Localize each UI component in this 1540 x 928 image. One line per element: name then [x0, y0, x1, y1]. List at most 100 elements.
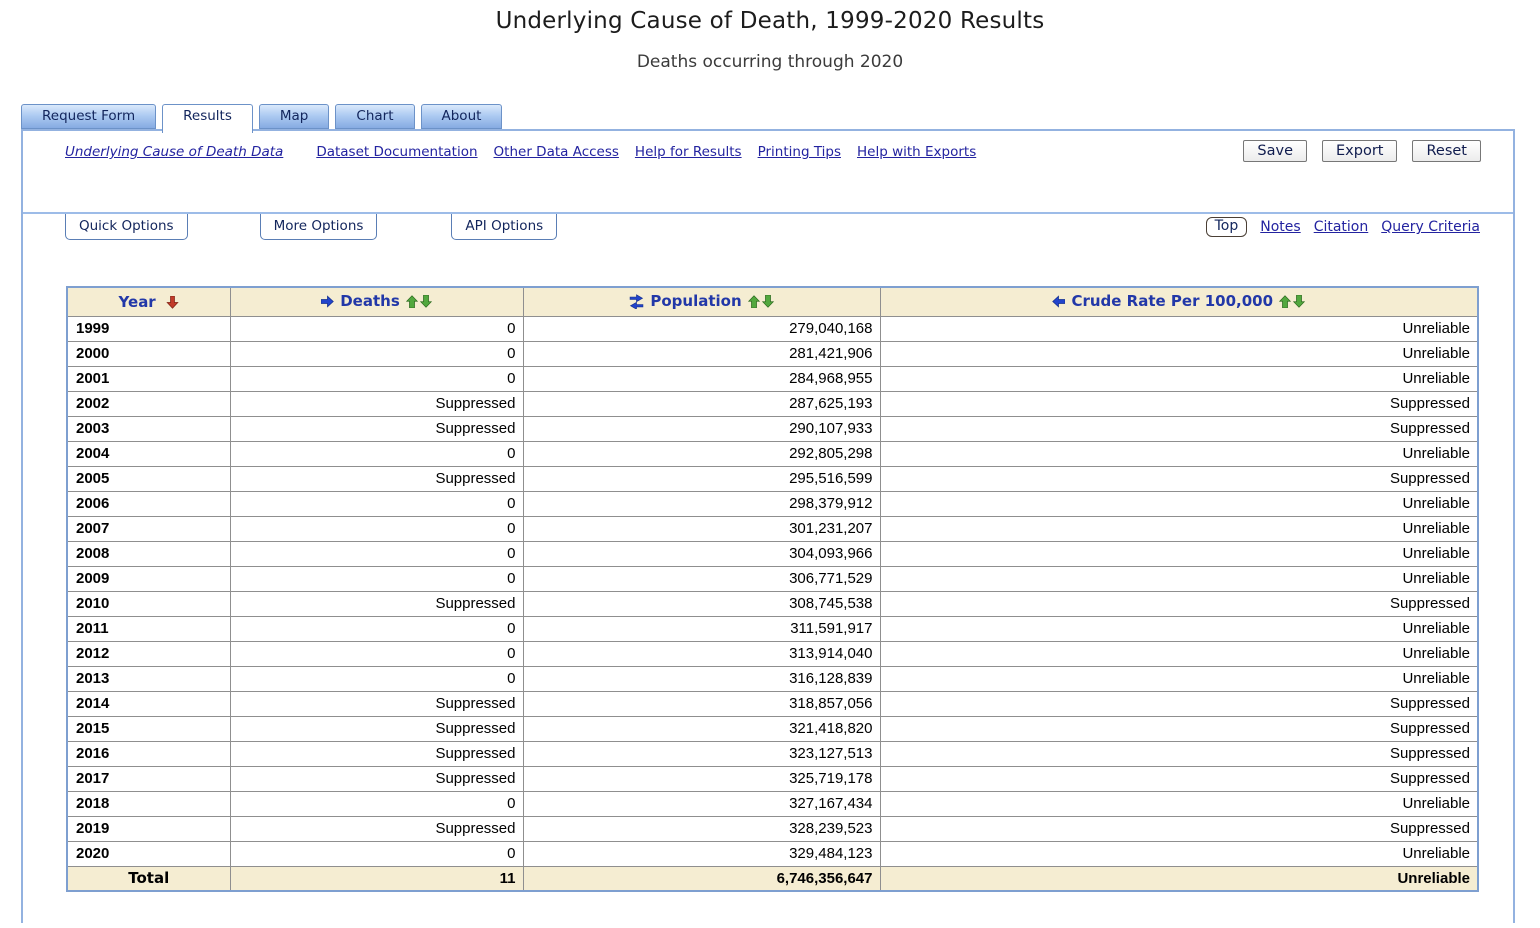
tab-request-form[interactable]: Request Form: [21, 104, 157, 129]
printing-tips-link[interactable]: Printing Tips: [758, 144, 841, 160]
table-row: 2003 Suppressed 290,107,933 Suppressed: [66, 415, 1479, 442]
help-for-results-link[interactable]: Help for Results: [635, 144, 742, 160]
table-row: 1999 0 279,040,168 Unreliable: [66, 315, 1479, 342]
crude-rate-cell: Unreliable: [879, 490, 1479, 517]
total-crude-rate: Unreliable: [879, 865, 1479, 892]
sort-desc-green-icon[interactable]: [419, 294, 432, 308]
year-cell: 2003: [66, 415, 231, 442]
deaths-cell: Suppressed: [229, 690, 524, 717]
population-cell: 301,231,207: [522, 515, 881, 542]
population-cell: 281,421,906: [522, 340, 881, 367]
deaths-cell: Suppressed: [229, 590, 524, 617]
year-cell: 2011: [66, 615, 231, 642]
year-cell: 2002: [66, 390, 231, 417]
deaths-cell: 0: [229, 440, 524, 467]
column-header-year[interactable]: Year: [66, 286, 231, 317]
dataset-link[interactable]: Underlying Cause of Death Data: [65, 144, 283, 160]
sort-asc-green-icon[interactable]: [405, 294, 418, 309]
column-header-population[interactable]: Population: [522, 286, 881, 317]
year-cell: 2012: [66, 640, 231, 667]
header-row: Year Deaths Population Crude Rate Per 10…: [66, 286, 1479, 317]
quick-options-tab[interactable]: Quick Options: [65, 214, 188, 240]
table-row: 2011 0 311,591,917 Unreliable: [66, 615, 1479, 642]
more-options-tab[interactable]: More Options: [259, 214, 378, 240]
population-cell: 311,591,917: [522, 615, 881, 642]
year-cell: 2000: [66, 340, 231, 367]
page-title: Underlying Cause of Death, 1999-2020 Res…: [495, 8, 1045, 34]
total-deaths: 11: [229, 865, 524, 892]
deaths-cell: 0: [229, 365, 524, 392]
table-row: 2018 0 327,167,434 Unreliable: [66, 790, 1479, 817]
sort-asc-green-icon[interactable]: [747, 294, 760, 309]
deaths-cell: Suppressed: [229, 765, 524, 792]
save-button[interactable]: Save: [1243, 140, 1308, 162]
export-button[interactable]: Export: [1322, 140, 1398, 162]
year-cell: 1999: [66, 315, 231, 342]
deaths-cell: 0: [229, 490, 524, 517]
population-cell: 323,127,513: [522, 740, 881, 767]
api-options-tab[interactable]: API Options: [451, 214, 558, 240]
help-with-exports-link[interactable]: Help with Exports: [857, 144, 976, 160]
swap-blue-icon: [630, 294, 644, 309]
content-area: Underlying Cause of Death Data Dataset D…: [21, 129, 1515, 923]
column-header-deaths[interactable]: Deaths: [229, 286, 524, 317]
deaths-cell: 0: [229, 565, 524, 592]
crude-rate-cell: Unreliable: [879, 615, 1479, 642]
tab-map[interactable]: Map: [258, 104, 330, 129]
tab-chart[interactable]: Chart: [335, 104, 415, 129]
table-body: 1999 0 279,040,168 Unreliable 2000 0 281…: [66, 315, 1479, 867]
sort-desc-red-icon[interactable]: [166, 295, 179, 309]
results-table-wrapper: Year Deaths Population Crude Rate Per 10…: [66, 286, 1479, 892]
population-cell: 321,418,820: [522, 715, 881, 742]
tab-results[interactable]: Results: [162, 104, 253, 133]
total-label: Total: [66, 865, 231, 892]
citation-link[interactable]: Citation: [1314, 219, 1369, 235]
dataset-documentation-link[interactable]: Dataset Documentation: [316, 144, 477, 160]
year-cell: 2018: [66, 790, 231, 817]
other-data-access-link[interactable]: Other Data Access: [494, 144, 619, 160]
population-cell: 328,239,523: [522, 815, 881, 842]
sort-asc-green-icon[interactable]: [1278, 294, 1292, 309]
crude-rate-cell: Suppressed: [879, 740, 1479, 767]
population-cell: 327,167,434: [522, 790, 881, 817]
header-links: Underlying Cause of Death Data Dataset D…: [65, 144, 976, 160]
crude-rate-cell: Suppressed: [879, 815, 1479, 842]
table-row: 2004 0 292,805,298 Unreliable: [66, 440, 1479, 467]
table-row: 2012 0 313,914,040 Unreliable: [66, 640, 1479, 667]
deaths-cell: 0: [229, 640, 524, 667]
column-header-crude-rate[interactable]: Crude Rate Per 100,000: [879, 286, 1479, 317]
crude-rate-cell: Unreliable: [879, 840, 1479, 867]
deaths-cell: Suppressed: [229, 815, 524, 842]
sort-desc-green-icon[interactable]: [1292, 294, 1306, 308]
table-row: 2001 0 284,968,955 Unreliable: [66, 365, 1479, 392]
crude-rate-cell: Unreliable: [879, 640, 1479, 667]
year-cell: 2005: [66, 465, 231, 492]
table-row: 2007 0 301,231,207 Unreliable: [66, 515, 1479, 542]
query-criteria-link[interactable]: Query Criteria: [1381, 219, 1480, 235]
crude-rate-sort-icons: [1278, 294, 1306, 312]
crude-rate-cell: Unreliable: [879, 790, 1479, 817]
table-row: 2008 0 304,093,966 Unreliable: [66, 540, 1479, 567]
year-cell: 2019: [66, 815, 231, 842]
crude-rate-cell: Suppressed: [879, 415, 1479, 442]
population-cell: 306,771,529: [522, 565, 881, 592]
year-cell: 2007: [66, 515, 231, 542]
deaths-cell: 0: [229, 615, 524, 642]
crude-rate-cell: Unreliable: [879, 515, 1479, 542]
total-population: 6,746,356,647: [522, 865, 881, 892]
table-row: 2015 Suppressed 321,418,820 Suppressed: [66, 715, 1479, 742]
notes-link[interactable]: Notes: [1260, 219, 1300, 235]
deaths-sort-icons: [405, 294, 432, 312]
year-cell: 2016: [66, 740, 231, 767]
tab-about[interactable]: About: [420, 104, 503, 129]
tab-bar: Request Form Results Map Chart About: [21, 104, 503, 133]
year-cell: 2017: [66, 765, 231, 792]
population-cell: 279,040,168: [522, 315, 881, 342]
population-cell: 313,914,040: [522, 640, 881, 667]
top-button[interactable]: Top: [1205, 217, 1248, 237]
table-row: 2014 Suppressed 318,857,056 Suppressed: [66, 690, 1479, 717]
sort-desc-green-icon[interactable]: [761, 294, 774, 308]
reset-button[interactable]: Reset: [1412, 140, 1481, 162]
table-row: 2017 Suppressed 325,719,178 Suppressed: [66, 765, 1479, 792]
year-cell: 2006: [66, 490, 231, 517]
